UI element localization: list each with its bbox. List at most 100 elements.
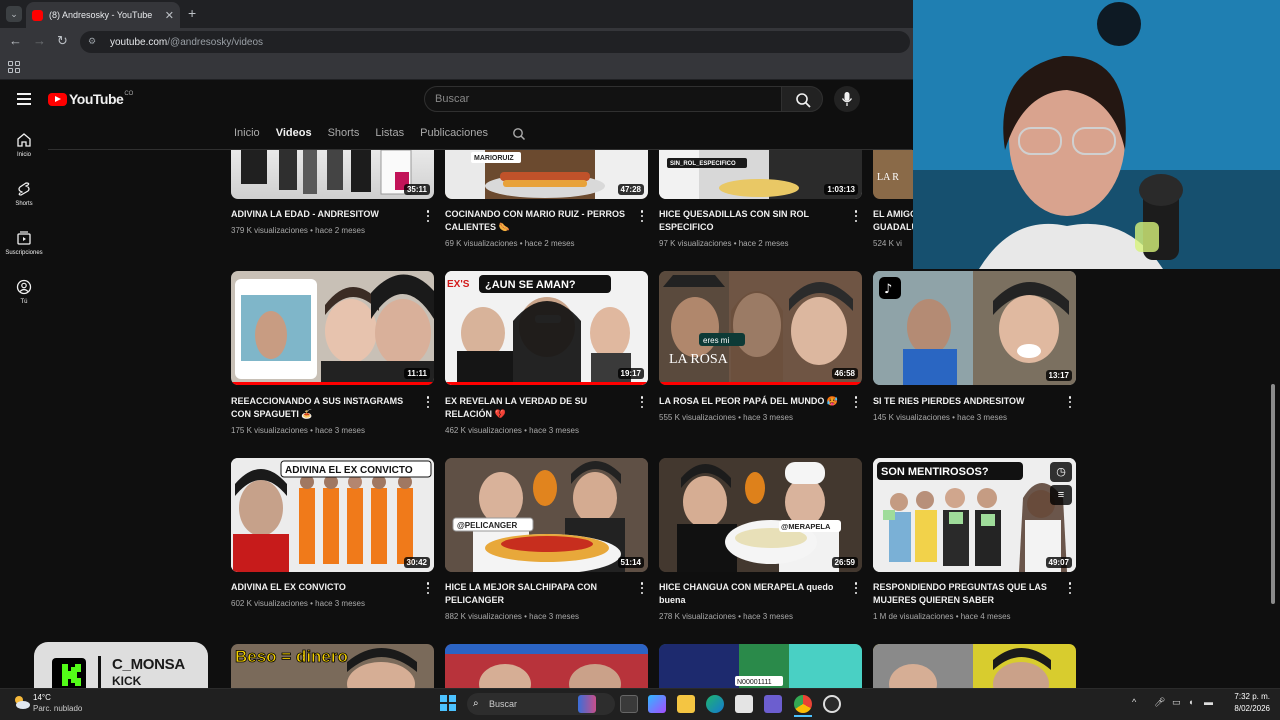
youtube-logo[interactable]: YouTube CO — [48, 91, 133, 107]
file-explorer-icon[interactable] — [677, 695, 695, 713]
back-arrow-icon[interactable]: ← — [9, 33, 22, 48]
url-path: /@andresosky/videos — [167, 36, 264, 48]
add-to-queue-icon[interactable]: ≡ — [1050, 485, 1072, 505]
more-options-icon[interactable] — [640, 582, 644, 594]
thumb-label: EX'S — [447, 279, 470, 290]
store-icon[interactable] — [735, 695, 753, 713]
site-info-icon[interactable]: ⚙ — [88, 36, 100, 48]
edge-icon[interactable] — [706, 695, 724, 713]
video-title[interactable]: SI TE RIES PIERDES ANDRESITOW — [873, 395, 1061, 408]
video-thumbnail[interactable]: @MERAPELA 26:59 — [659, 458, 862, 572]
video-title[interactable]: HICE CHANGUA CON MERAPELA quedo buena — [659, 581, 847, 607]
sidebar-item-home[interactable]: Inicio — [0, 132, 48, 158]
video-meta: 69 K visualizaciones • hace 2 meses — [445, 239, 575, 248]
thumb-label: ¿AUN SE AMAN? — [485, 279, 576, 291]
video-thumbnail[interactable]: SIN_ROL_ESPECIFICO 1:03:13 — [659, 150, 862, 199]
video-meta: 278 K visualizaciones • hace 3 meses — [659, 612, 793, 621]
video-thumbnail[interactable]: SON MENTIROSOS? ◷ ≡ 49:07 — [873, 458, 1076, 572]
network-icon[interactable]: ▭ — [1172, 697, 1181, 708]
video-thumbnail[interactable]: ¿AUN SE AMAN? EX'S 19:17 — [445, 271, 648, 385]
weather-icon[interactable] — [12, 694, 30, 710]
more-options-icon[interactable] — [426, 210, 430, 222]
video-thumbnail[interactable]: ADIVINA EL EX CONVICTO 30:42 — [231, 458, 434, 572]
start-button[interactable] — [440, 695, 456, 711]
thumb-label: SON MENTIROSOS? — [881, 466, 989, 478]
tab-listas[interactable]: Listas — [375, 127, 404, 139]
browser-tab[interactable]: (8) Andresosky - YouTube ✕ — [26, 2, 180, 28]
page-scrollbar[interactable] — [1271, 384, 1275, 604]
more-options-icon[interactable] — [1068, 582, 1072, 594]
video-title[interactable]: ADIVINA EL EX CONVICTO — [231, 581, 419, 594]
clock-date[interactable]: 8/02/2026 — [1232, 704, 1270, 713]
task-view-icon[interactable] — [620, 695, 638, 713]
tab-shorts[interactable]: Shorts — [328, 127, 360, 139]
obs-icon[interactable] — [823, 695, 841, 713]
menu-icon[interactable] — [17, 93, 31, 105]
sidebar-item-you[interactable]: Tú — [0, 279, 48, 305]
forward-arrow-icon[interactable]: → — [33, 33, 46, 48]
video-thumbnail[interactable]: LA R — [873, 150, 913, 199]
video-thumbnail[interactable]: MARIORUIZ 47:28 — [445, 150, 648, 199]
voice-search-button[interactable] — [834, 86, 860, 112]
more-options-icon[interactable] — [426, 396, 430, 408]
more-options-icon[interactable] — [1068, 396, 1072, 408]
video-thumbnail[interactable] — [445, 644, 648, 688]
more-options-icon[interactable] — [640, 396, 644, 408]
video-thumbnail[interactable]: Beso = dinero — [231, 644, 434, 688]
video-title[interactable]: LA ROSA EL PEOR PAPÁ DEL MUNDO 🥵 — [659, 395, 847, 408]
video-title[interactable]: EL AMIGO — [873, 208, 913, 221]
channel-search-icon[interactable] — [512, 127, 526, 141]
tab-search-button[interactable]: ⌄ — [6, 6, 22, 22]
video-title[interactable]: EX REVELAN LA VERDAD DE SU RELACIÓN 💔 — [445, 395, 633, 421]
microphone-tray-icon[interactable]: 🎤︎ — [1154, 697, 1165, 708]
video-thumbnail[interactable]: @PELICANGER 51:14 — [445, 458, 648, 572]
discord-icon[interactable] — [764, 695, 782, 713]
battery-icon[interactable]: ▬ — [1204, 697, 1213, 707]
video-title[interactable]: HICE LA MEJOR SALCHIPAPA CON PELICANGER — [445, 581, 633, 607]
watch-later-clock-icon[interactable]: ◷ — [1050, 462, 1072, 482]
more-options-icon[interactable] — [426, 582, 430, 594]
new-tab-button[interactable]: + — [188, 5, 196, 21]
copilot-icon[interactable] — [648, 695, 666, 713]
tab-close-icon[interactable]: ✕ — [165, 9, 174, 22]
video-title[interactable]: COCINANDO CON MARIO RUIZ - PERROS CALIEN… — [445, 208, 633, 234]
sidebar-item-shorts[interactable]: Shorts — [0, 181, 48, 207]
clock-time[interactable]: 7:32 p. m. — [1232, 692, 1270, 701]
video-title[interactable]: HICE QUESADILLAS CON SIN ROL ESPECIFICO — [659, 208, 847, 234]
video-title[interactable]: REEACCIONANDO A SUS INSTAGRAMS CON SPAGU… — [231, 395, 419, 421]
video-duration: 49:07 — [1045, 557, 1072, 568]
search-button[interactable] — [781, 86, 823, 112]
more-options-icon[interactable] — [854, 582, 858, 594]
video-title-line2[interactable]: GUADALU — [873, 221, 913, 234]
more-options-icon[interactable] — [640, 210, 644, 222]
show-hidden-icons[interactable]: ^ — [1132, 697, 1136, 707]
search-input[interactable]: Buscar — [424, 86, 782, 112]
video-title[interactable]: RESPONDIENDO PREGUNTAS QUE LAS MUJERES Q… — [873, 581, 1061, 607]
tab-inicio[interactable]: Inicio — [234, 127, 260, 139]
active-app-indicator — [794, 715, 812, 717]
tab-videos[interactable]: Videos — [276, 127, 312, 139]
more-options-icon[interactable] — [854, 396, 858, 408]
video-title[interactable]: ADIVINA LA EDAD - ANDRESITOW — [231, 208, 419, 221]
tab-publicaciones[interactable]: Publicaciones — [420, 127, 488, 139]
thumbnail-art: ADIVINA EL EX CONVICTO — [231, 458, 434, 572]
watch-progress-bar — [231, 382, 434, 385]
chrome-icon[interactable] — [794, 695, 812, 713]
more-options-icon[interactable] — [854, 210, 858, 222]
reload-icon[interactable]: ↻ — [57, 33, 68, 49]
apps-grid-icon[interactable] — [8, 61, 20, 73]
video-thumbnail[interactable]: LA ROSA eres mi 46:58 — [659, 271, 862, 385]
video-thumbnail[interactable]: ♪ 13:17 — [873, 271, 1076, 385]
video-duration: 47:28 — [617, 184, 644, 195]
video-thumbnail[interactable]: 35:11 — [231, 150, 434, 199]
kick-k-icon — [62, 664, 81, 686]
volume-icon[interactable]: ◖ — [1188, 697, 1193, 707]
thumbnail-art: SON MENTIROSOS? — [873, 458, 1076, 572]
video-thumbnail[interactable] — [873, 644, 1076, 688]
sidebar-item-subscriptions[interactable]: Suscripciones — [0, 230, 48, 256]
video-thumbnail[interactable]: N00001111 — [659, 644, 862, 688]
video-thumbnail[interactable]: 11:11 — [231, 271, 434, 385]
address-bar[interactable]: ⚙ youtube.com /@andresosky/videos — [80, 31, 910, 53]
tab-title: (8) Andresosky - YouTube — [49, 10, 153, 20]
thumb-label: ADIVINA EL EX CONVICTO — [285, 465, 413, 476]
